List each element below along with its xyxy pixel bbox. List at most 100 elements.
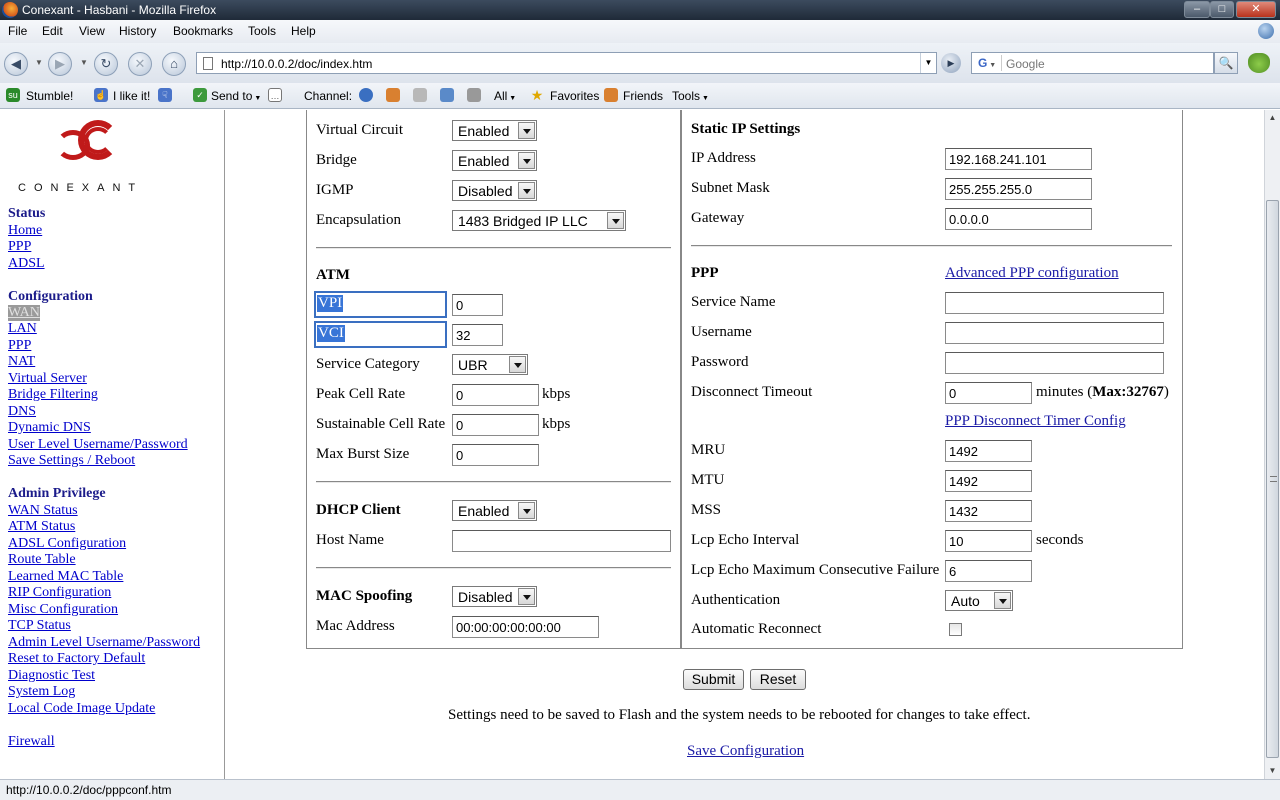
- sidebar-link-wan[interactable]: WAN: [8, 305, 40, 321]
- menu-tools[interactable]: Tools: [248, 24, 276, 38]
- sidebar-link-save-reboot[interactable]: Save Settings / Reboot: [8, 453, 135, 469]
- forward-button[interactable]: ▶: [48, 52, 72, 76]
- menu-edit[interactable]: Edit: [42, 24, 63, 38]
- maximize-button[interactable]: □: [1210, 1, 1234, 18]
- lcp-echo-max-input[interactable]: 6: [945, 560, 1032, 582]
- url-dropdown-icon[interactable]: ▼: [920, 53, 936, 73]
- sidebar-link-dynamic-dns[interactable]: Dynamic DNS: [8, 420, 91, 436]
- virtual-circuit-select[interactable]: Enabled: [452, 120, 537, 141]
- sidebar-link-user-password[interactable]: User Level Username/Password: [8, 437, 188, 453]
- video-icon[interactable]: [467, 88, 481, 102]
- go-button[interactable]: ▶: [941, 53, 961, 73]
- sidebar-link-nat[interactable]: NAT: [8, 354, 35, 370]
- sidebar-link-adsl[interactable]: ADSL: [8, 256, 45, 272]
- friends-button[interactable]: Friends: [623, 89, 663, 103]
- gateway-input[interactable]: 0.0.0.0: [945, 208, 1092, 230]
- close-button[interactable]: ✕: [1236, 1, 1276, 18]
- sidebar-link-bridge-filtering[interactable]: Bridge Filtering: [8, 387, 98, 403]
- menu-history[interactable]: History: [119, 24, 156, 38]
- sidebar-link-firewall[interactable]: Firewall: [8, 734, 55, 750]
- globe-icon[interactable]: [359, 88, 373, 102]
- advanced-ppp-link[interactable]: Advanced PPP configuration: [945, 265, 1119, 282]
- back-button[interactable]: ◀: [4, 52, 28, 76]
- encapsulation-select[interactable]: 1483 Bridged IP LLC: [452, 210, 626, 231]
- url-bar[interactable]: http://10.0.0.2/doc/index.htm ▼: [196, 52, 937, 74]
- sidebar-link-route-table[interactable]: Route Table: [8, 552, 76, 568]
- subnet-mask-input[interactable]: 255.255.255.0: [945, 178, 1092, 200]
- submit-button[interactable]: Submit: [683, 669, 744, 690]
- sidebar-link-adsl-configuration[interactable]: ADSL Configuration: [8, 536, 126, 552]
- sustainable-cell-rate-input[interactable]: 0: [452, 414, 539, 436]
- people-icon[interactable]: [386, 88, 400, 102]
- reset-button[interactable]: Reset: [750, 669, 806, 690]
- ip-address-input[interactable]: 192.168.241.101: [945, 148, 1092, 170]
- mac-address-input[interactable]: 00:00:00:00:00:00: [452, 616, 599, 638]
- peak-cell-rate-input[interactable]: 0: [452, 384, 539, 406]
- mtu-input[interactable]: 1492: [945, 470, 1032, 492]
- igmp-select[interactable]: Disabled: [452, 180, 537, 201]
- stop-button[interactable]: ✕: [128, 52, 152, 76]
- photo-icon[interactable]: [440, 88, 454, 102]
- mss-input[interactable]: 1432: [945, 500, 1032, 522]
- vpi-input[interactable]: 0: [452, 294, 503, 316]
- bridge-select[interactable]: Enabled: [452, 150, 537, 171]
- sidebar-link-factory-reset[interactable]: Reset to Factory Default: [8, 651, 145, 667]
- sidebar-link-ppp-status[interactable]: PPP: [8, 239, 31, 255]
- scroll-down-icon[interactable]: ▼: [1265, 763, 1280, 779]
- max-burst-size-input[interactable]: 0: [452, 444, 539, 466]
- sidebar-link-rip-configuration[interactable]: RIP Configuration: [8, 585, 111, 601]
- menu-view[interactable]: View: [79, 24, 105, 38]
- comment-icon[interactable]: …: [268, 88, 282, 102]
- service-name-input[interactable]: [945, 292, 1164, 314]
- save-configuration-link[interactable]: Save Configuration: [687, 743, 804, 760]
- sidebar-link-tcp-status[interactable]: TCP Status: [8, 618, 71, 634]
- like-button[interactable]: I like it!: [113, 89, 150, 103]
- disconnect-timeout-input[interactable]: 0: [945, 382, 1032, 404]
- minimize-button[interactable]: –: [1184, 1, 1210, 18]
- forward-history-dropdown-icon[interactable]: ▼: [80, 58, 88, 67]
- stumble-button[interactable]: Stumble!: [26, 89, 73, 103]
- sidebar-link-misc-configuration[interactable]: Misc Configuration: [8, 602, 118, 618]
- vci-input[interactable]: 32: [452, 324, 503, 346]
- ppp-disconnect-timer-link[interactable]: PPP Disconnect Timer Config: [945, 413, 1126, 430]
- menu-file[interactable]: File: [8, 24, 27, 38]
- password-input[interactable]: [945, 352, 1164, 374]
- all-channels-dropdown[interactable]: All ▼: [494, 89, 516, 103]
- vertical-scrollbar[interactable]: ▲ ▼: [1264, 110, 1280, 779]
- service-category-select[interactable]: UBR: [452, 354, 528, 375]
- frog-addon-icon[interactable]: [1248, 53, 1270, 73]
- sidebar-link-atm-status[interactable]: ATM Status: [8, 519, 75, 535]
- sidebar-link-lan[interactable]: LAN: [8, 321, 37, 337]
- search-engine-icon[interactable]: G ▼: [974, 55, 1002, 71]
- reload-button[interactable]: ↻: [94, 52, 118, 76]
- scrollbar-thumb[interactable]: [1266, 200, 1279, 758]
- menu-bookmarks[interactable]: Bookmarks: [173, 24, 233, 38]
- menu-help[interactable]: Help: [291, 24, 316, 38]
- mru-input[interactable]: 1492: [945, 440, 1032, 462]
- lcp-echo-interval-input[interactable]: 10: [945, 530, 1032, 552]
- sidebar-link-dns[interactable]: DNS: [8, 404, 36, 420]
- sidebar-link-system-log[interactable]: System Log: [8, 684, 75, 700]
- search-icon[interactable]: 🔍: [1214, 52, 1238, 74]
- host-name-input[interactable]: [452, 530, 671, 552]
- sidebar-link-home[interactable]: Home: [8, 223, 42, 239]
- favorites-button[interactable]: Favorites: [550, 89, 599, 103]
- sidebar-link-diagnostic-test[interactable]: Diagnostic Test: [8, 668, 95, 684]
- search-input[interactable]: G ▼ Google: [971, 52, 1214, 74]
- thumbs-down-icon[interactable]: ☟: [158, 88, 172, 102]
- sidebar-link-learned-mac-table[interactable]: Learned MAC Table: [8, 569, 123, 585]
- mac-spoofing-select[interactable]: Disabled: [452, 586, 537, 607]
- sidebar-link-virtual-server[interactable]: Virtual Server: [8, 371, 87, 387]
- sidebar-link-ppp[interactable]: PPP: [8, 338, 31, 354]
- username-input[interactable]: [945, 322, 1164, 344]
- sidebar-link-admin-password[interactable]: Admin Level Username/Password: [8, 635, 200, 651]
- scroll-up-icon[interactable]: ▲: [1265, 110, 1280, 126]
- stumble-tools-dropdown[interactable]: Tools ▼: [672, 89, 709, 103]
- back-history-dropdown-icon[interactable]: ▼: [35, 58, 43, 67]
- authentication-select[interactable]: Auto: [945, 590, 1013, 611]
- tag-icon[interactable]: [413, 88, 427, 102]
- sidebar-link-wan-status[interactable]: WAN Status: [8, 503, 78, 519]
- home-button[interactable]: ⌂: [162, 52, 186, 76]
- automatic-reconnect-checkbox[interactable]: [949, 623, 962, 636]
- dhcp-client-select[interactable]: Enabled: [452, 500, 537, 521]
